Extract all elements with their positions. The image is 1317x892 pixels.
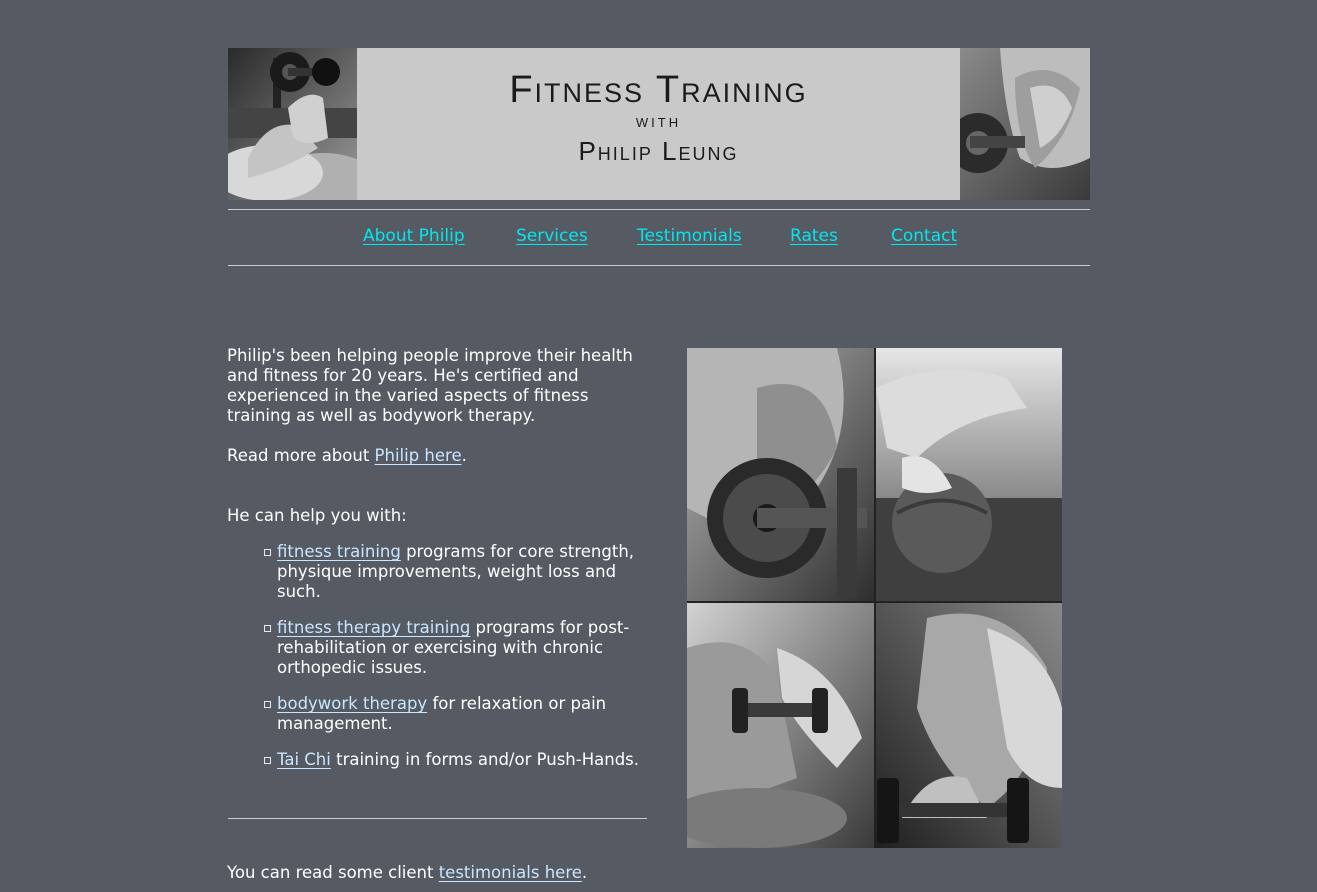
philip-here-link[interactable]: Philip here [375,446,462,465]
dumbbell-row-panel [687,348,874,601]
banner-title-name: Philip Leung [578,136,739,166]
help-heading: He can help you with: [227,506,407,525]
testimonials-paragraph: You can read some client testimonials he… [227,863,587,883]
dumbbell-curl-image [228,48,357,200]
testimonials-suffix: . [581,862,588,882]
intro-paragraph: Philip's been helping people improve the… [227,346,633,425]
banner-title-main: Fitness Training [509,69,808,111]
nav-link-services[interactable]: Services [516,226,588,246]
service-link-bodywork-therapy[interactable]: bodywork therapy [277,694,427,713]
service-item: fitness therapy training programs for po… [264,618,649,678]
site-banner: Fitness Training WITH Philip Leung [228,48,1090,200]
banner-right-photo [960,48,1090,200]
banner-left-photo [228,48,357,200]
dumbbell-row-image [960,48,1090,200]
service-description: training in forms and/or Push-Hands. [330,750,640,769]
nav-link-testimonials[interactable]: Testimonials [637,226,742,246]
service-link-fitness-therapy-training[interactable]: fitness therapy training [277,618,470,637]
page: Fitness Training WITH Philip Leung About… [0,0,1317,892]
nav-bottom-divider [228,265,1090,266]
service-item: bodywork therapy for relaxation or pain … [264,694,649,734]
services-list: fitness training programs for core stren… [227,542,649,770]
read-more-suffix: . [461,446,467,465]
testimonials-here-link[interactable]: testimonials here [439,863,582,882]
collage-image [687,348,1062,848]
square-bullet-icon [264,757,271,764]
square-bullet-icon [264,625,271,632]
service-link-tai-chi[interactable]: Tai Chi [277,750,331,769]
photo-collage [687,348,1062,848]
nav-top-divider [228,209,1090,210]
nav-link-about-philip[interactable]: About Philip [363,226,465,246]
content-divider [228,818,647,819]
nav-link-contact[interactable]: Contact [891,226,957,246]
main-nav: About Philip Services Testimonials Rates… [228,226,1090,250]
read-more-paragraph: Read more about Philip here. [227,446,649,466]
intro-content: Philip's been helping people improve the… [227,346,649,786]
nav-link-rates[interactable]: Rates [790,226,838,246]
medicine-ball-panel [876,348,1062,601]
read-more-prefix: Read more about [227,446,375,465]
service-item: fitness training programs for core stren… [264,542,649,602]
banner-title: Fitness Training WITH Philip Leung [357,68,960,168]
service-item: Tai Chi training in forms and/or Push-Ha… [264,750,649,770]
testimonials-prefix: You can read some client [227,862,439,882]
service-link-fitness-training[interactable]: fitness training [277,542,401,561]
banner-title-with: WITH [635,115,682,130]
square-bullet-icon [264,701,271,708]
square-bullet-icon [264,549,271,556]
dumbbell-raise-panel [687,603,874,848]
arm-flex-panel [876,603,1062,848]
